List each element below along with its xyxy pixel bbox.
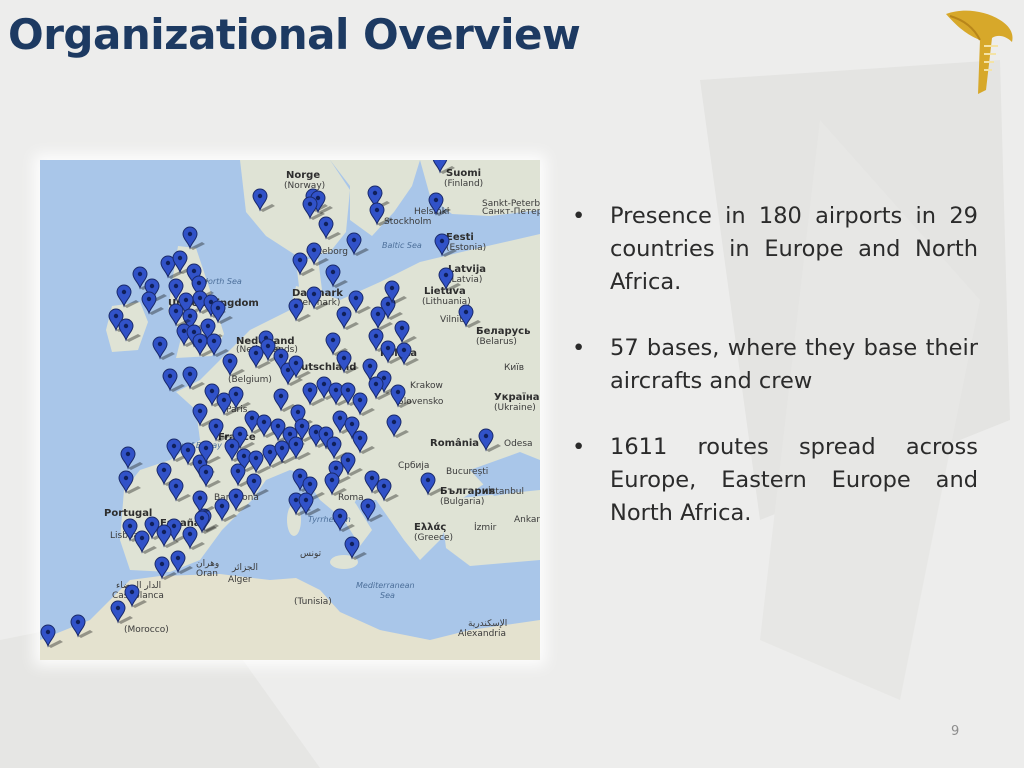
label-mediterranean: Mediterranean bbox=[356, 581, 415, 590]
label-baltic-sea: Baltic Sea bbox=[382, 241, 422, 250]
label-tunisia: (Tunisia) bbox=[294, 597, 332, 607]
bullet-icon: • bbox=[572, 203, 586, 229]
bullet-item: • Presence in 180 airports in 29 countri… bbox=[572, 200, 978, 299]
label-ukraina: Україна bbox=[494, 391, 540, 403]
bullet-icon: • bbox=[572, 335, 586, 361]
bullet-icon: • bbox=[572, 434, 586, 460]
label-izmir: İzmir bbox=[474, 522, 497, 533]
label-greece: (Greece) bbox=[414, 533, 453, 543]
label-ukraine: (Ukraine) bbox=[494, 403, 536, 413]
label-alexandria-ar: الإسكندرية bbox=[468, 619, 507, 629]
label-portugal: Portugal bbox=[104, 508, 152, 519]
label-roma: Roma bbox=[338, 493, 364, 503]
label-alger-ar: الجزائر bbox=[231, 563, 258, 573]
bullet-text: 1611 routes spread across Europe, Easter… bbox=[610, 434, 978, 526]
bullet-text: Presence in 180 airports in 29 countries… bbox=[610, 203, 978, 295]
label-tunis-ar: تونس bbox=[300, 549, 322, 559]
label-finland: (Finland) bbox=[444, 179, 483, 189]
label-oran: Oran bbox=[196, 569, 218, 579]
label-alexandria: Alexandria bbox=[458, 629, 506, 639]
label-latvija: Latvija bbox=[448, 264, 486, 275]
label-norway: (Norway) bbox=[284, 181, 325, 191]
label-morocco: (Morocco) bbox=[124, 625, 169, 635]
label-oran-ar: وهران bbox=[196, 559, 219, 569]
label-belarus-lat: (Belarus) bbox=[476, 337, 517, 347]
bullet-text: 57 bases, where they base their aircraft… bbox=[610, 335, 978, 394]
label-srbija: Србија bbox=[398, 461, 429, 471]
page-number: 9 bbox=[951, 724, 960, 739]
bullet-item: • 57 bases, where they base their aircra… bbox=[572, 332, 978, 398]
slide-title: Organizational Overview bbox=[8, 10, 581, 59]
label-lietuva: Lietuva bbox=[424, 286, 466, 297]
label-stockholm: Stockholm bbox=[384, 217, 431, 227]
label-kyiv: Київ bbox=[504, 363, 524, 373]
label-belgium: (Belgium) bbox=[228, 375, 272, 385]
label-istanbul: İstanbul bbox=[488, 486, 524, 497]
label-odesa: Odesa bbox=[504, 439, 533, 449]
label-belarus: Беларусь bbox=[476, 326, 530, 337]
bullet-list: • Presence in 180 airports in 29 countri… bbox=[572, 200, 978, 563]
label-st-petersburg-cyr: Санкт-Петербург bbox=[482, 207, 540, 217]
label-eesti: Eesti bbox=[446, 232, 474, 243]
bullet-item: • 1611 routes spread across Europe, East… bbox=[572, 431, 978, 530]
label-norge: Norge bbox=[286, 170, 320, 181]
route-map[interactable]: Suomi (Finland) Norge (Norway) Helsinki … bbox=[40, 160, 540, 660]
label-romania: România bbox=[430, 437, 479, 449]
label-bulgaria-cyr: България bbox=[440, 486, 495, 497]
land-sicily bbox=[330, 555, 358, 569]
label-sea: Sea bbox=[380, 591, 395, 600]
label-bulgaria: (Bulgaria) bbox=[440, 497, 484, 507]
harp-logo-icon bbox=[946, 10, 1013, 94]
label-bucuresti: București bbox=[446, 467, 488, 477]
label-alger: Alger bbox=[228, 575, 252, 585]
label-ellas: Ελλάς bbox=[414, 521, 446, 533]
label-ankara: Ankara bbox=[514, 515, 540, 525]
label-krakow: Krakow bbox=[410, 381, 443, 391]
